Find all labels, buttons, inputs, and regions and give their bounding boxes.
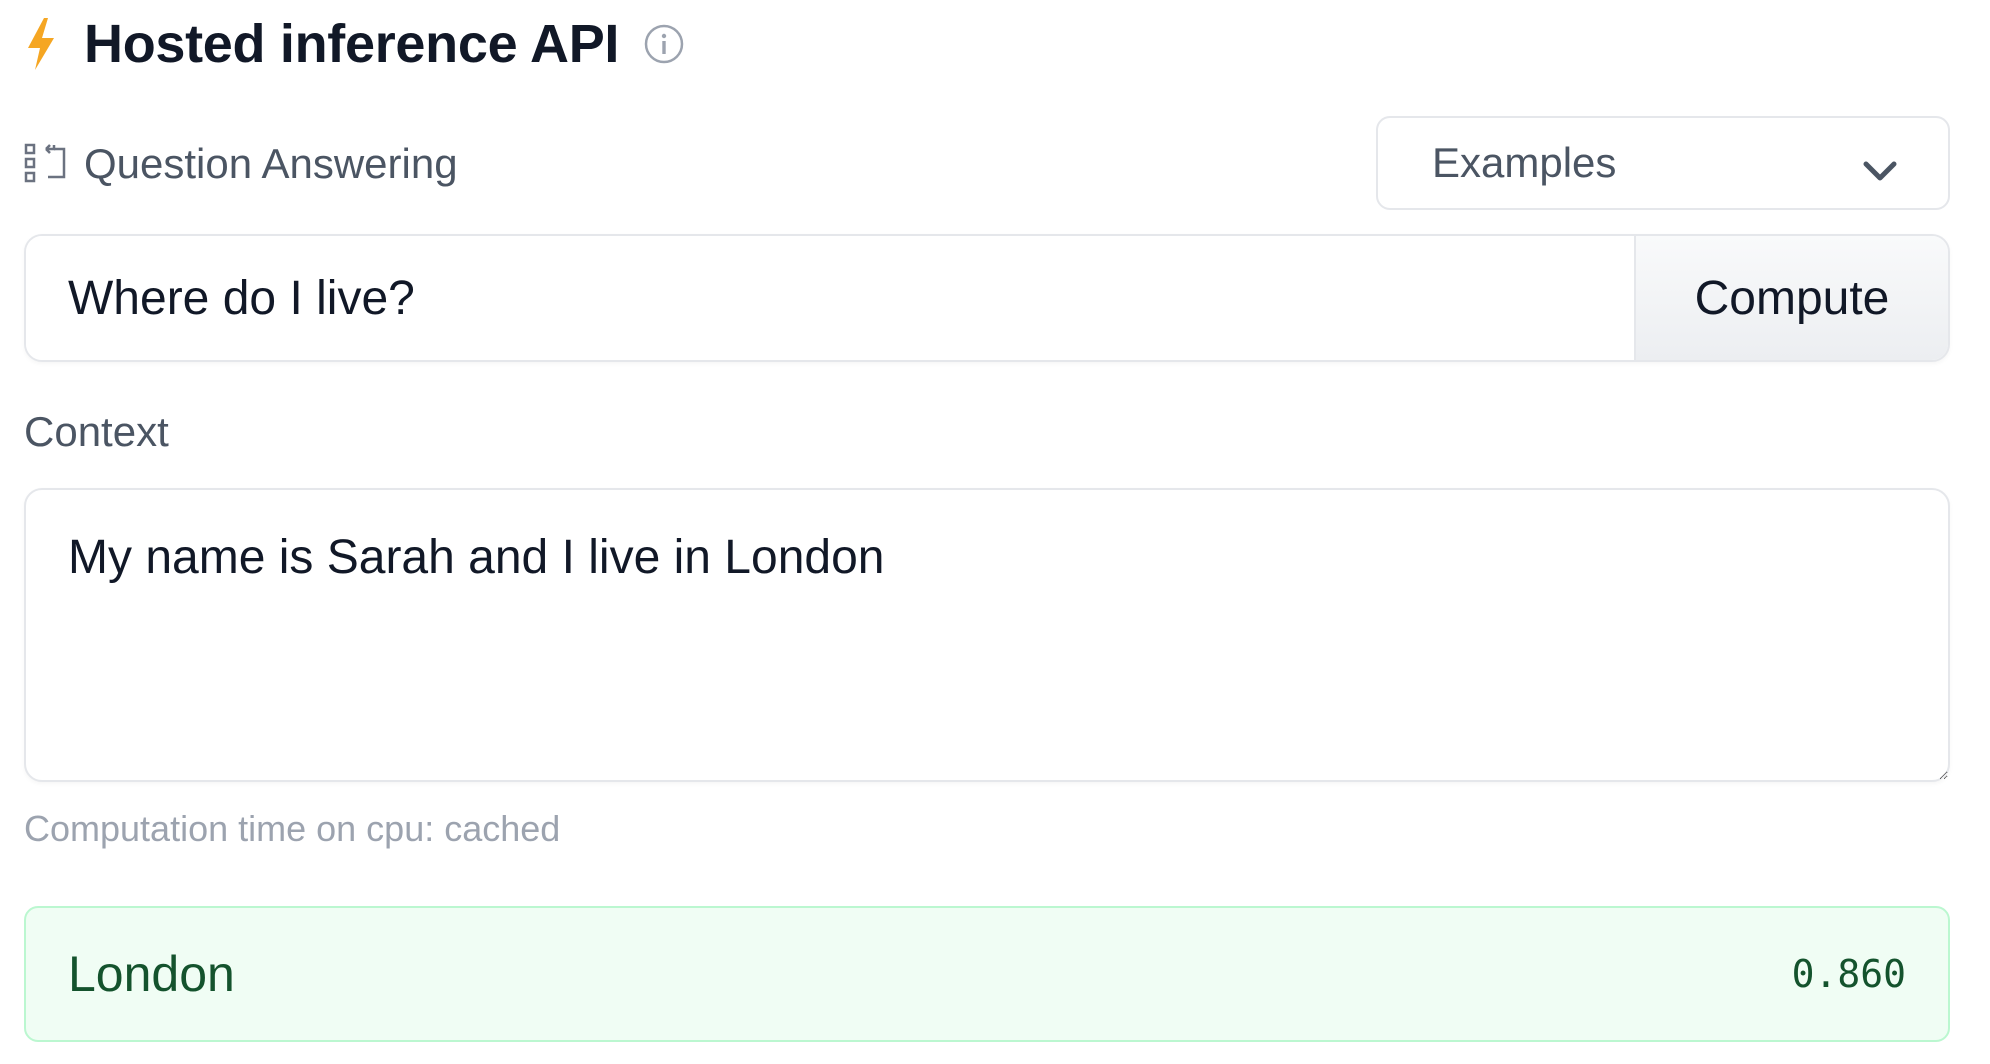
chevron-down-icon	[1862, 148, 1898, 181]
examples-dropdown[interactable]: Examples	[1376, 116, 1950, 210]
widget-title: Hosted inference API	[84, 14, 620, 74]
result-row: London 0.860	[24, 906, 1950, 1042]
result-score: 0.860	[1791, 952, 1906, 996]
info-icon[interactable]	[643, 23, 685, 65]
lightning-bolt-icon	[24, 16, 58, 72]
computation-time-status: Computation time on cpu: cached	[24, 808, 561, 849]
task-label: Question Answering	[24, 140, 458, 188]
result-answer: London	[68, 946, 235, 1002]
widget-header: Hosted inference API	[24, 12, 685, 76]
compute-button[interactable]: Compute	[1634, 236, 1948, 360]
question-input-group: Compute	[24, 234, 1950, 362]
task-row: Question Answering Examples	[24, 116, 1950, 214]
context-textarea[interactable]: My name is Sarah and I live in London	[24, 488, 1950, 782]
examples-dropdown-label: Examples	[1432, 139, 1617, 186]
question-input[interactable]	[26, 236, 1634, 360]
context-label: Context	[24, 408, 169, 455]
task-label-text: Question Answering	[84, 140, 458, 187]
question-answering-icon	[24, 141, 70, 187]
